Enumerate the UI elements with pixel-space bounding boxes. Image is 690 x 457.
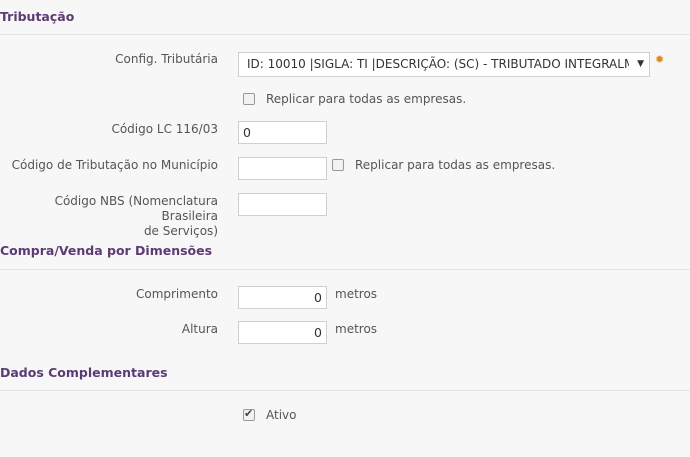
replicar-config-checkbox[interactable] <box>243 93 255 105</box>
section-title-dimensoes: Compra/Venda por Dimensões <box>0 243 213 258</box>
comprimento-label: Comprimento <box>135 287 218 301</box>
codigo-lc-input[interactable] <box>238 121 327 144</box>
codigo-nbs-label-line2: de Serviços) <box>143 224 218 238</box>
codigo-nbs-label-line1: Código NBS (Nomenclatura Brasileira <box>54 194 218 223</box>
gear-icon[interactable]: ✹ <box>655 53 664 66</box>
config-tributaria-value: ID: 10010 |SIGLA: TI |DESCRIÇÃO: (SC) - … <box>247 57 629 71</box>
section-divider <box>0 390 690 391</box>
section-title-tributacao: Tributação <box>0 9 75 24</box>
codigo-municipio-label: Código de Tributação no Município <box>11 158 218 172</box>
section-divider <box>0 34 690 35</box>
altura-unit: metros <box>335 322 378 336</box>
comprimento-input[interactable] <box>238 286 327 309</box>
section-divider <box>0 269 690 270</box>
ativo-label: Ativo <box>266 408 297 422</box>
config-tributaria-label: Config. Tributária <box>115 52 218 66</box>
codigo-municipio-input[interactable] <box>238 157 327 180</box>
config-tributaria-select[interactable]: ID: 10010 |SIGLA: TI |DESCRIÇÃO: (SC) - … <box>238 52 650 77</box>
replicar-municipio-checkbox[interactable] <box>332 159 344 171</box>
codigo-nbs-input[interactable] <box>238 193 327 216</box>
comprimento-unit: metros <box>335 287 378 301</box>
codigo-nbs-label: Código NBS (Nomenclatura Brasileira de S… <box>0 194 218 239</box>
ativo-checkbox[interactable] <box>243 407 255 421</box>
replicar-municipio-label: Replicar para todas as empresas. <box>355 158 556 172</box>
replicar-config-label: Replicar para todas as empresas. <box>266 92 467 106</box>
altura-input[interactable] <box>238 321 327 344</box>
altura-label: Altura <box>181 322 218 336</box>
codigo-lc-label: Código LC 116/03 <box>111 122 218 136</box>
section-title-complementares: Dados Complementares <box>0 365 168 380</box>
chevron-down-icon: ▼ <box>637 59 644 69</box>
